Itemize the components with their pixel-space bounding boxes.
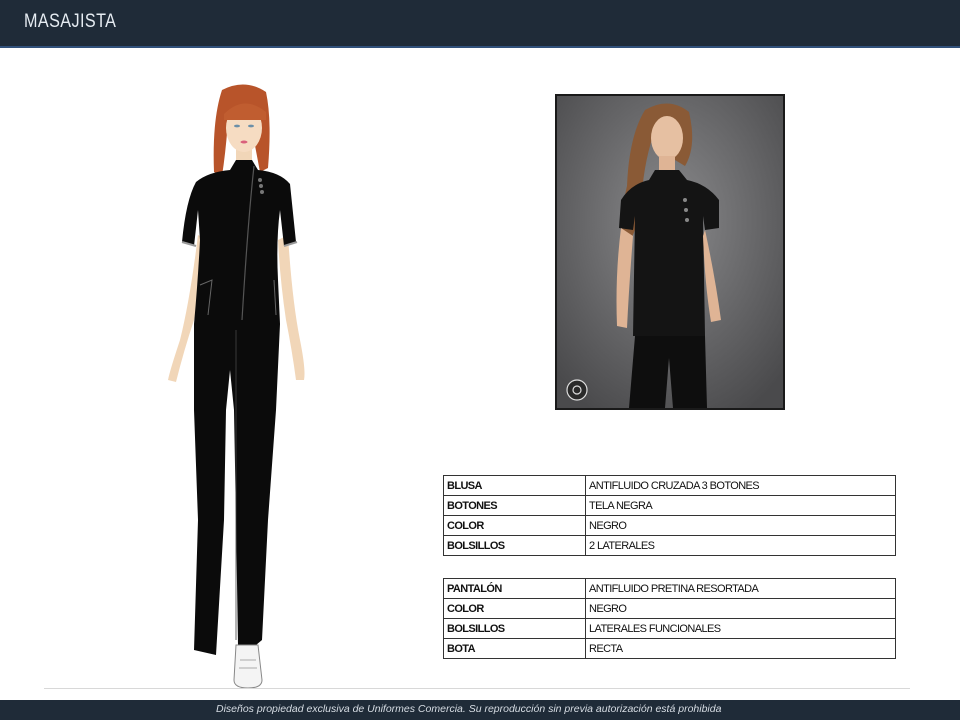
spec-value: RECTA — [585, 638, 896, 659]
table-row: COLOR NEGRO — [443, 515, 896, 536]
spec-value: NEGRO — [585, 515, 896, 536]
spec-value: NEGRO — [585, 598, 896, 619]
model-photo — [555, 94, 785, 410]
table-row: BOTONES TELA NEGRA — [443, 495, 896, 516]
spec-value: TELA NEGRA — [585, 495, 896, 516]
blouse-spec-table: BLUSA ANTIFLUIDO CRUZADA 3 BOTONES BOTON… — [443, 475, 896, 556]
spec-value: ANTIFLUIDO CRUZADA 3 BOTONES — [585, 475, 896, 496]
spec-value: LATERALES FUNCIONALES — [585, 618, 896, 639]
table-row: BOTA RECTA — [443, 638, 896, 659]
spec-key: BOLSILLOS — [443, 535, 586, 556]
table-row: PANTALÓN ANTIFLUIDO PRETINA RESORTADA — [443, 578, 896, 599]
uniform-sketch-illustration — [150, 80, 320, 692]
table-row: BOLSILLOS 2 LATERALES — [443, 535, 896, 556]
spec-key: PANTALÓN — [443, 578, 586, 599]
table-row: BLUSA ANTIFLUIDO CRUZADA 3 BOTONES — [443, 475, 896, 496]
spec-key: BLUSA — [443, 475, 586, 496]
page-title: MASAJISTA — [24, 11, 117, 32]
spec-value: ANTIFLUIDO PRETINA RESORTADA — [585, 578, 896, 599]
spec-value: 2 LATERALES — [585, 535, 896, 556]
header-bar: MASAJISTA — [0, 0, 960, 48]
footer-divider — [44, 688, 910, 689]
table-row: BOLSILLOS LATERALES FUNCIONALES — [443, 618, 896, 639]
spec-key: BOLSILLOS — [443, 618, 586, 639]
spec-key: COLOR — [443, 598, 586, 619]
table-row: COLOR NEGRO — [443, 598, 896, 619]
copyright-notice: Diseños propiedad exclusiva de Uniformes… — [216, 703, 722, 715]
footer-bar: Diseños propiedad exclusiva de Uniformes… — [0, 700, 960, 720]
trousers-spec-table: PANTALÓN ANTIFLUIDO PRETINA RESORTADA CO… — [443, 578, 896, 659]
spec-key: BOTA — [443, 638, 586, 659]
lens-icon — [566, 379, 588, 401]
spec-key: COLOR — [443, 515, 586, 536]
spec-key: BOTONES — [443, 495, 586, 516]
